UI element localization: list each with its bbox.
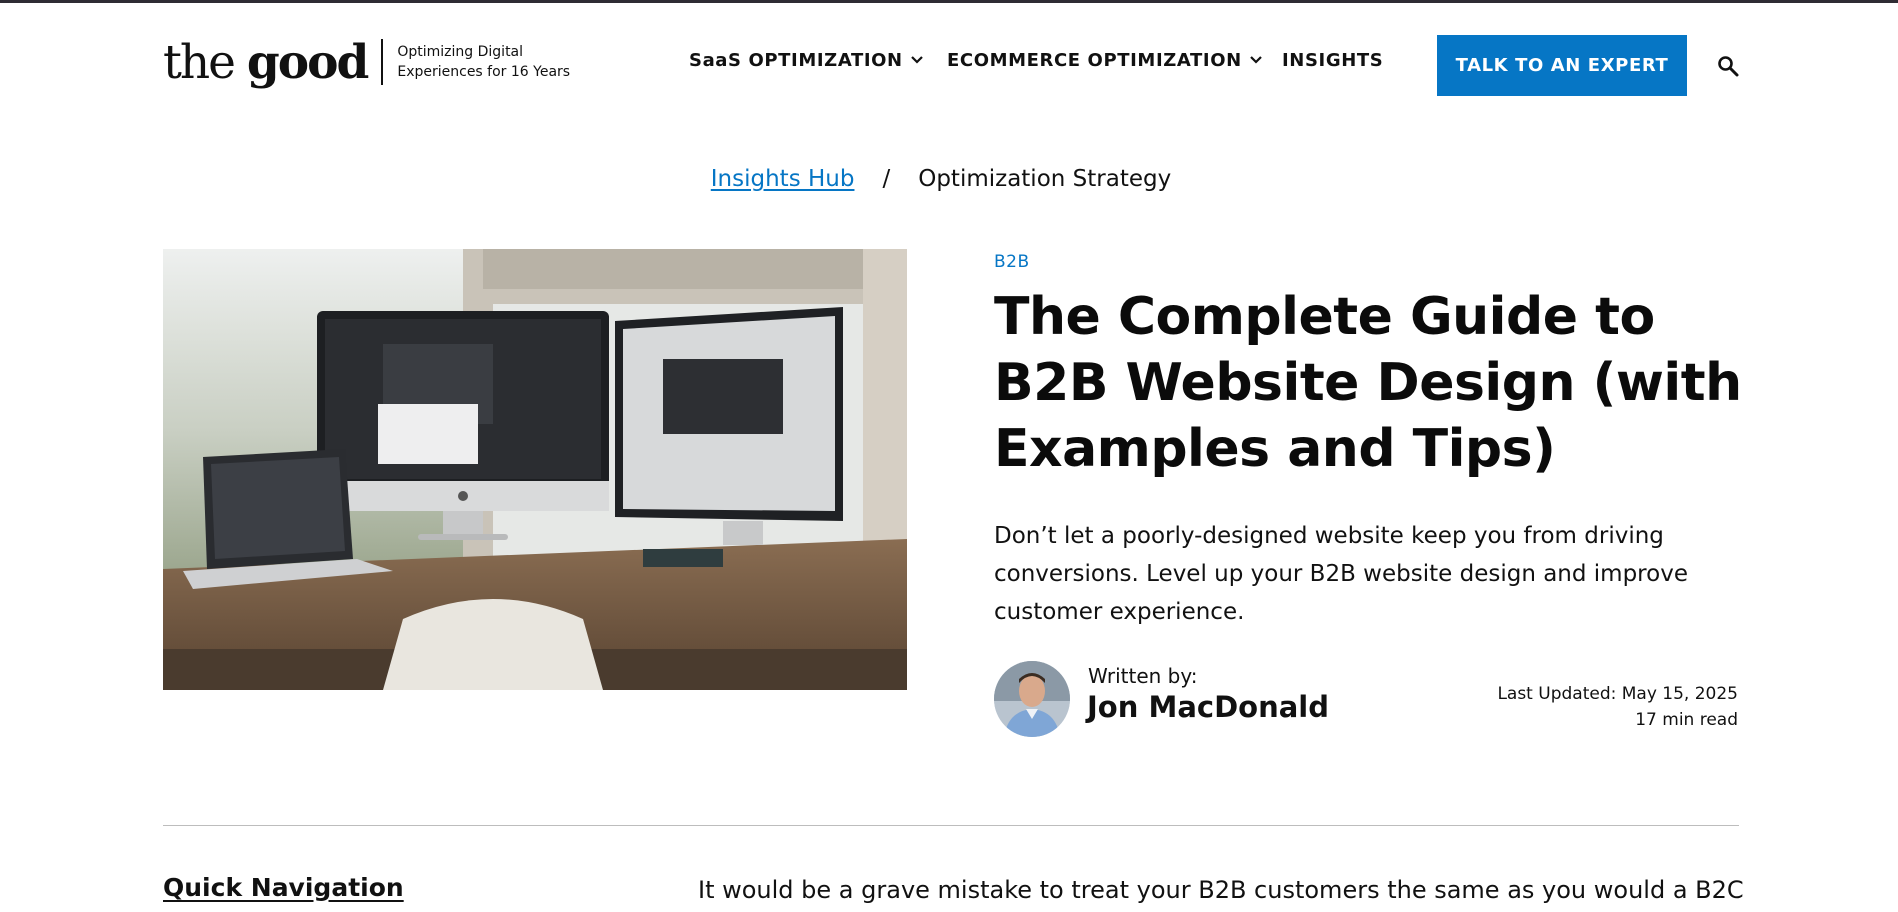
author-name[interactable]: Jon MacDonald [1087, 690, 1329, 724]
nav-insights[interactable]: INSIGHTS [1282, 50, 1383, 71]
chevron-down-icon [1250, 53, 1262, 67]
nav-label: SaaS OPTIMIZATION [689, 50, 903, 71]
written-by-label: Written by: [1088, 664, 1198, 688]
quick-navigation-toggle[interactable]: Quick Navigation [163, 873, 404, 902]
chevron-down-icon [910, 53, 923, 67]
nav-saas-optimization[interactable]: SaaS OPTIMIZATION [689, 50, 923, 71]
section-divider [163, 825, 1739, 826]
site-logo[interactable]: the good Optimizing Digital Experiences … [163, 34, 577, 90]
logo-wordmark: the good [163, 34, 369, 90]
top-accent-bar [0, 0, 1898, 3]
article-title: The Complete Guide to B2B Website Design… [994, 287, 1742, 479]
last-updated: Last Updated: May 15, 2025 [1497, 684, 1738, 704]
talk-to-expert-button[interactable]: TALK TO AN EXPERT [1437, 35, 1687, 96]
search-icon[interactable] [1716, 54, 1740, 78]
breadcrumb-link-insights-hub[interactable]: Insights Hub [711, 166, 855, 192]
article-lede: Don’t let a poorly-designed website keep… [994, 523, 1688, 625]
breadcrumb-separator: / [882, 166, 891, 192]
article-intro-text: It would be a grave mistake to treat you… [698, 876, 1744, 904]
article-meta: Last Updated: May 15, 2025 17 min read [1497, 681, 1738, 733]
breadcrumb-current: Optimization Strategy [918, 166, 1172, 192]
category-tag[interactable]: B2B [994, 252, 1030, 272]
hero-image [163, 249, 907, 690]
logo-divider [381, 39, 384, 85]
nav-label: INSIGHTS [1282, 50, 1384, 71]
logo-tagline: Optimizing Digital Experiences for 16 Ye… [397, 44, 571, 80]
nav-label: ECOMMERCE OPTIMIZATION [947, 50, 1242, 71]
read-time: 17 min read [1635, 710, 1738, 730]
breadcrumb: Insights Hub / Optimization Strategy [0, 166, 1898, 192]
nav-ecommerce-optimization[interactable]: ECOMMERCE OPTIMIZATION [947, 50, 1262, 71]
author-avatar[interactable] [994, 661, 1070, 737]
